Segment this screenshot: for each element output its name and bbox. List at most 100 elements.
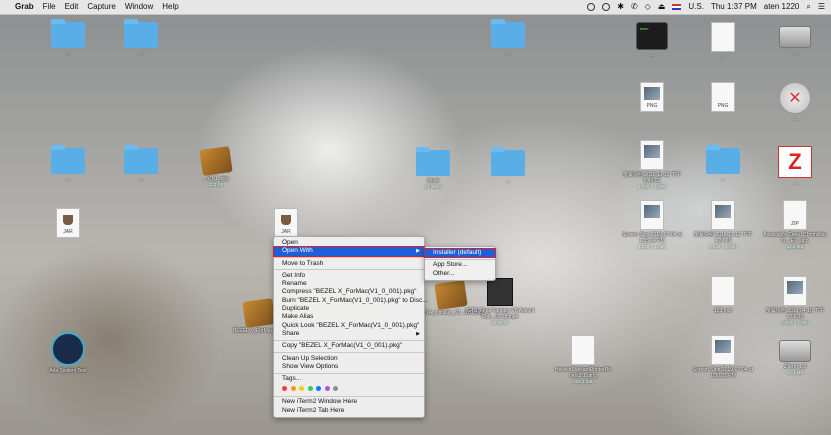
menu-item-other[interactable]: Other... xyxy=(425,270,495,278)
status-icon[interactable] xyxy=(587,3,596,11)
menu-item-new-iterm2-window-here[interactable]: New iTerm2 Window Here xyxy=(274,398,424,406)
icon-label: … xyxy=(505,50,511,56)
menu-item-compress-bezel-x-formac-v1-0-001-pkg[interactable]: Compress "BEZEL X_ForMac(V1_0_001).pkg" xyxy=(274,288,424,296)
icon-sublabel: 1,920 × 1,080 xyxy=(709,244,737,249)
desktop-icon-dmg[interactable]: HewlettPackardPrinterDri vers5.1.dmg 800.… xyxy=(548,335,618,384)
desktop-icon-folder[interactable]: move 24 items xyxy=(398,147,468,189)
menu-window[interactable]: Window xyxy=(125,0,153,14)
desktop-icon-png[interactable]: 螢幕快照 2018-11-12 下午 4.37.26 1,920 × 1,080 xyxy=(688,200,758,249)
menu-item-label: Share xyxy=(282,329,300,337)
document-icon xyxy=(711,276,735,306)
menu-item-tags[interactable]: Tags... xyxy=(274,375,424,383)
clock[interactable]: Thu 1:37 PM xyxy=(711,0,757,14)
folder-icon xyxy=(491,19,525,48)
folder-icon xyxy=(124,145,158,174)
menu-app-name[interactable]: Grab xyxy=(15,0,34,14)
menu-item-app-store[interactable]: App Store... xyxy=(425,261,495,269)
menu-item-rename[interactable]: Rename xyxy=(274,280,424,288)
desktop-icon-drive[interactable]: … xyxy=(760,26,830,56)
menu-edit[interactable]: Edit xyxy=(65,0,79,14)
menu-item-open[interactable]: Open xyxy=(274,239,424,247)
tag-color-dot[interactable] xyxy=(324,386,330,392)
icon-label: HewlettPackardPrinterDri vers5.1.dmg xyxy=(554,367,612,379)
desktop-icon-folder[interactable]: … xyxy=(106,145,176,182)
desktop-icon-png[interactable]: 螢幕快照 2019-11-12 下午 5.40.02 1,920 × 1,080 xyxy=(617,140,687,189)
menu-item-new-iterm2-tab-here[interactable]: New iTerm2 Tab Here xyxy=(274,407,424,415)
desktop-icon-folder[interactable]: … xyxy=(106,19,176,56)
desktop-icon-folder[interactable]: ... xyxy=(33,19,103,56)
menu-file[interactable]: File xyxy=(43,0,56,14)
input-source-label[interactable]: U.S. xyxy=(688,0,704,14)
menu-item-label: Other... xyxy=(433,269,455,277)
folder-icon xyxy=(124,19,158,48)
desktop-icon-app[interactable]: Ada System Test xyxy=(33,332,103,374)
input-source-flag-icon[interactable] xyxy=(672,4,682,10)
menu-item-open-with[interactable]: Open With ▶ xyxy=(273,246,425,257)
desktop-icon-png[interactable]: Screen Shot 2019-07-04 at 1.30.21 PM xyxy=(688,335,758,379)
zterm-app-icon xyxy=(778,146,812,178)
desktop-icon-zip[interactable]: ZIP Assassin's Creed Chronicles C... EX .… xyxy=(760,200,830,249)
menu-item-label: Get Info xyxy=(282,271,306,279)
notification-center-icon[interactable]: ☰ xyxy=(818,0,825,14)
desktop-icon-package[interactable]: ...V1.1 .pkg 223 KB xyxy=(181,146,251,187)
desktop-icon-png[interactable]: Screen Shot 2019-07-04 at 1.35.24 PM 1,92… xyxy=(617,200,687,249)
tag-color-dot[interactable] xyxy=(316,386,321,392)
desktop-icon-png[interactable]: 螢幕快照 2019-04-16 下午 1.56.10 1,920 × 1,080 xyxy=(760,276,830,325)
menu-separator xyxy=(274,257,424,259)
tag-color-dot[interactable] xyxy=(333,386,338,392)
desktop-icon-folder[interactable]: … xyxy=(33,145,103,182)
bluetooth-icon[interactable]: ✱ xyxy=(617,0,624,14)
menu-item-copy-bezel-x-formac-v1-0-001-pkg[interactable]: Copy "BEZEL X_ForMac(V1_0_001).pkg" xyxy=(274,342,424,350)
tag-color-dot[interactable] xyxy=(290,386,296,392)
menu-item-move-to-trash[interactable]: Move to Trash xyxy=(274,260,424,268)
icon-label: … xyxy=(505,178,511,184)
menu-bar: Grab File Edit Capture Window Help ✱ ✆ ◇… xyxy=(0,0,831,15)
desktop-icon-video[interactable]: [GTS] Final Fantasy VII Advent Chil...12… xyxy=(465,278,535,325)
menu-item-show-view-options[interactable]: Show View Options xyxy=(274,363,424,371)
icon-sublabel: 02:06:27 xyxy=(491,320,509,325)
desktop-icon-zterm[interactable]: … xyxy=(760,146,830,186)
menu-item-quick-look-bezel-x-formac-v1-0-001-pkg[interactable]: Quick Look "BEZEL X_ForMac(V1_0_001).pkg… xyxy=(274,322,424,330)
desktop-icon-terminal[interactable]: exec… xyxy=(617,22,687,58)
eject-icon[interactable]: ⏏ xyxy=(658,0,666,14)
package-icon xyxy=(242,298,276,328)
desktop-icon-folder[interactable]: … xyxy=(473,147,543,184)
desktop-icon-folder[interactable]: … xyxy=(688,145,758,182)
desktop-icon-mcr[interactable]: 123.mcr xyxy=(688,276,758,314)
icon-label: Screen Shot 2019-07-04 at 1.35.24 PM xyxy=(621,232,683,244)
wifi-icon[interactable]: ◇ xyxy=(645,0,651,14)
time-machine-icon[interactable] xyxy=(602,3,611,11)
menu-item-label: Quick Look "BEZEL X_ForMac(V1_0_001).pkg… xyxy=(282,321,420,329)
desktop-icon-jar[interactable]: JAR xyxy=(33,208,103,238)
user-name[interactable]: aten 1220 xyxy=(764,0,800,14)
icon-label: … xyxy=(720,176,726,182)
desktop-icon-drive[interactable]: ZTerm 1.2 10.3 MB xyxy=(760,340,830,375)
menu-item-duplicate[interactable]: Duplicate xyxy=(274,305,424,313)
icon-sublabel: 1,920 × 1,080 xyxy=(781,320,809,325)
desktop-icon-png[interactable]: PNG xyxy=(688,82,758,112)
menu-item-installer-default[interactable]: Installer (default) xyxy=(424,247,496,259)
menu-item-burn-bezel-x-formac-v1-0-001-pkg-to-disc[interactable]: Burn "BEZEL X_ForMac(V1_0_001).pkg" to D… xyxy=(274,297,428,305)
menu-item-label: Duplicate xyxy=(282,305,310,313)
menu-item-label: New iTerm2 Tab Here xyxy=(282,406,345,414)
tag-color-dot[interactable] xyxy=(299,386,304,392)
phone-icon[interactable]: ✆ xyxy=(631,0,638,14)
menu-item-label: Burn "BEZEL X_ForMac(V1_0_001).pkg" to D… xyxy=(282,296,428,304)
desktop-icon-png[interactable]: PNG xyxy=(617,82,687,112)
menu-capture[interactable]: Capture xyxy=(87,0,115,14)
submenu-arrow-icon: ▶ xyxy=(416,248,420,255)
open-with-submenu: Installer (default) App Store... Other... xyxy=(424,246,496,281)
desktop-icon-doc[interactable]: … xyxy=(688,22,758,60)
menu-help[interactable]: Help xyxy=(162,0,178,14)
desktop-icon-folder[interactable]: … xyxy=(473,19,543,56)
desktop-icon-installer[interactable]: … xyxy=(760,82,830,122)
menu-item-clean-up-selection[interactable]: Clean Up Selection xyxy=(274,355,424,363)
spotlight-icon[interactable]: ⌕ xyxy=(806,0,810,14)
menu-item-get-info[interactable]: Get Info xyxy=(274,272,424,280)
menu-item-share[interactable]: Share ▶ xyxy=(274,330,424,338)
icon-label: Screen Shot 2019-07-04 at 1.30.21 PM xyxy=(692,367,754,379)
tag-color-dot[interactable] xyxy=(282,386,287,392)
desktop-icon-jar[interactable]: JAR xyxy=(251,208,321,238)
tag-color-dot[interactable] xyxy=(307,386,313,392)
menu-item-make-alias[interactable]: Make Alias xyxy=(274,313,424,321)
